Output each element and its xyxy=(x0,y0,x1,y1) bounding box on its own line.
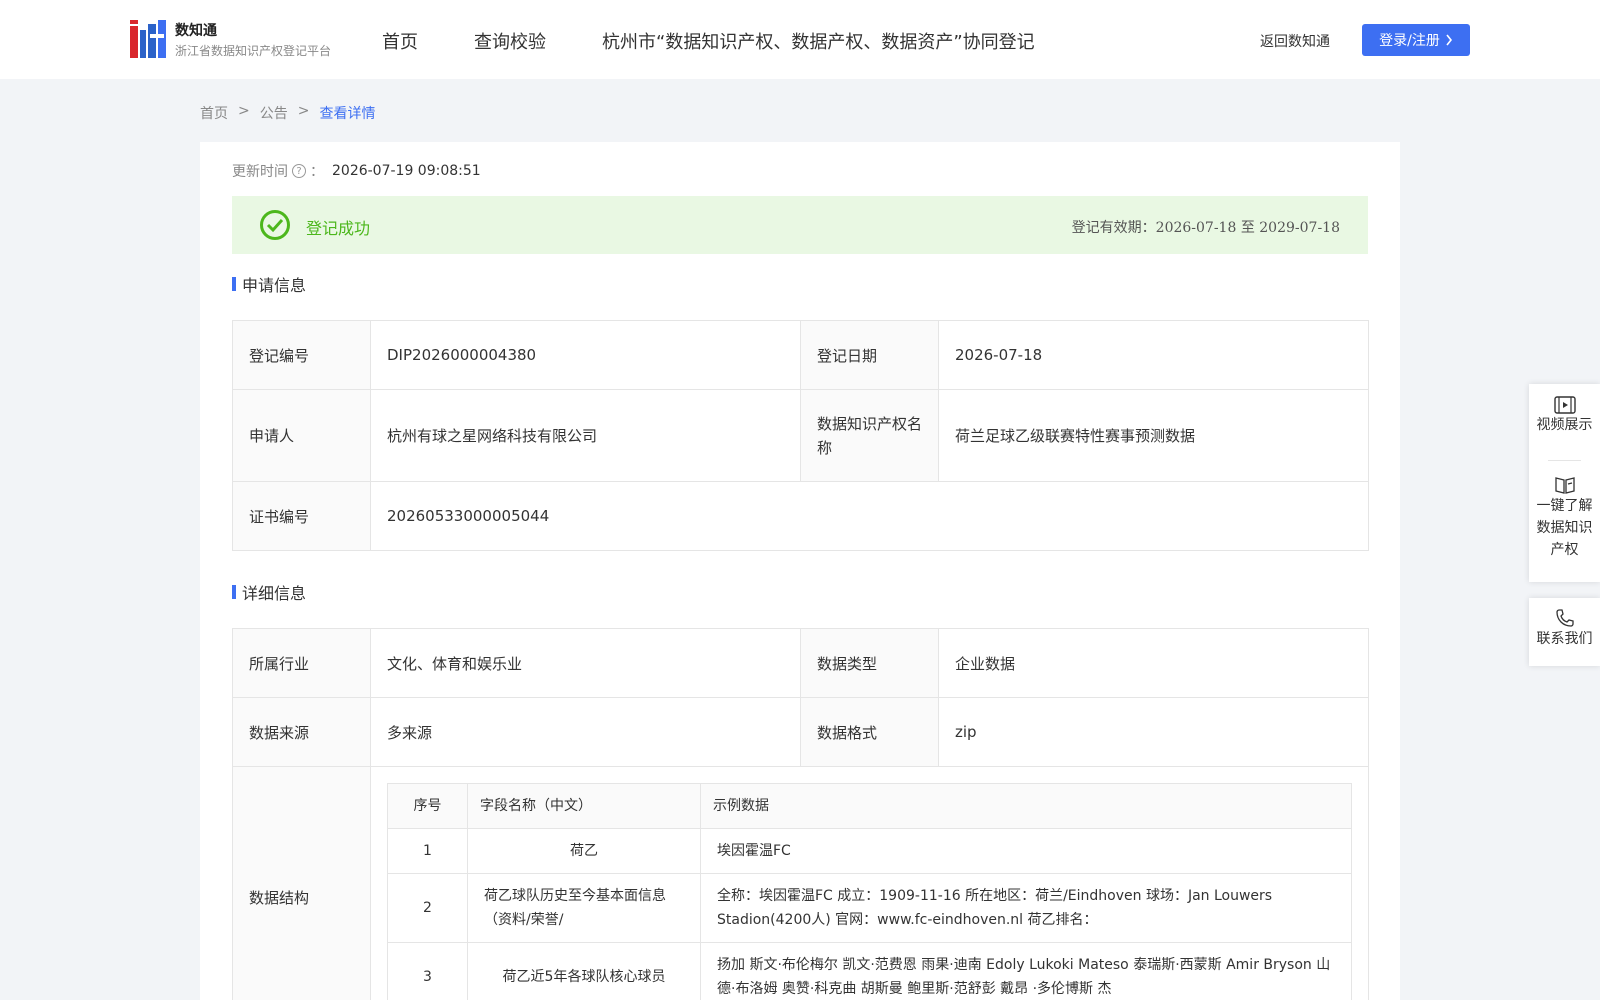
structure-header-row: 序号 字段名称（中文） 示例数据 xyxy=(387,783,1352,829)
nav-hangzhou-registration[interactable]: 杭州市“数据知识产权、数据产权、数据资产”协同登记 xyxy=(602,28,1035,54)
breadcrumb-current: 查看详情 xyxy=(319,106,376,122)
registration-status-bar: 登记成功 登记有效期：2026-07-18 至 2029-07-18 xyxy=(232,196,1368,254)
label-data-type: 数据类型 xyxy=(800,628,939,698)
breadcrumb: 首页 > 公告 > 查看详情 xyxy=(200,103,375,123)
row-index: 2 xyxy=(387,873,468,943)
book-icon xyxy=(1554,477,1575,494)
label-data-structure: 数据结构 xyxy=(232,766,371,1000)
section-accent-bar xyxy=(232,277,236,291)
label-industry: 所属行业 xyxy=(232,628,371,698)
row-index: 1 xyxy=(387,828,468,874)
update-time-row: 更新时间 ? ： 2026-07-19 09:08:51 xyxy=(232,161,481,181)
side-panel-top: 视频展示 一键了解数据知识产权 xyxy=(1529,384,1600,582)
value-applicant: 杭州有球之星网络科技有限公司 xyxy=(370,389,801,482)
side-contact-us[interactable]: 联系我们 xyxy=(1529,598,1600,650)
value-certificate-no: 20260533000005044 xyxy=(370,481,1369,551)
table-row: 数据来源 多来源 数据格式 zip xyxy=(232,697,1369,767)
login-register-label: 登录/注册 xyxy=(1379,33,1440,49)
data-structure-table: 序号 字段名称（中文） 示例数据 1 荷乙 埃因霍温FC 2 荷乙球队历史至今基… xyxy=(387,783,1352,1000)
section-title-detail: 详细信息 xyxy=(232,580,306,604)
side-contact-label: 联系我们 xyxy=(1536,631,1593,647)
back-to-shuzhitong-link[interactable]: 返回数知通 xyxy=(1260,31,1330,51)
value-data-type: 企业数据 xyxy=(938,628,1369,698)
label-applicant: 申请人 xyxy=(232,389,371,482)
row-field-name: 荷乙 xyxy=(467,828,701,874)
header-example: 示例数据 xyxy=(700,783,1352,829)
side-panel-bottom: 联系我们 xyxy=(1529,598,1600,666)
side-video-label: 视频展示 xyxy=(1536,417,1593,433)
value-registration-date: 2026-07-18 xyxy=(938,320,1369,390)
table-row: 1 荷乙 埃因霍温FC xyxy=(387,828,1352,874)
header-index: 序号 xyxy=(387,783,468,829)
label-registration-date: 登记日期 xyxy=(800,320,939,390)
value-ip-name: 荷兰足球乙级联赛特性赛事预测数据 xyxy=(938,389,1369,482)
application-info-table: 登记编号 DIP2026000004380 登记日期 2026-07-18 申请… xyxy=(232,320,1369,551)
status-text: 登记成功 xyxy=(306,219,371,238)
row-example: 埃因霍温FC xyxy=(700,828,1352,874)
label-registration-no: 登记编号 xyxy=(232,320,371,390)
brand-name: 数知通 xyxy=(175,23,217,39)
breadcrumb-announcement[interactable]: 公告 xyxy=(260,103,288,123)
brand-subtitle: 浙江省数据知识产权登记平台 xyxy=(175,44,332,58)
update-time-value: 2026-07-19 09:08:51 xyxy=(332,163,481,179)
side-learn-label: 一键了解数据知识产权 xyxy=(1536,498,1593,558)
breadcrumb-home[interactable]: 首页 xyxy=(200,103,228,123)
table-row: 证书编号 20260533000005044 xyxy=(232,481,1369,551)
row-example: 扬加 斯文·布伦梅尔 凯文·范费恩 雨果·迪南 Edoly Lukoki Mat… xyxy=(700,942,1352,1000)
nav-home[interactable]: 首页 xyxy=(382,28,418,54)
section-title-text: 申请信息 xyxy=(242,276,307,295)
table-row: 2 荷乙球队历史至今基本面信息（资料/荣誉/ 全称：埃因霍温FC 成立：1909… xyxy=(387,873,1352,943)
top-header: 数知通 浙江省数据知识产权登记平台 首页 查询校验 杭州市“数据知识产权、数据产… xyxy=(0,0,1600,79)
label-ip-name: 数据知识产权名称 xyxy=(800,389,939,482)
row-field-name: 荷乙球队历史至今基本面信息（资料/荣誉/ xyxy=(467,873,701,943)
label-data-source: 数据来源 xyxy=(232,697,371,767)
chevron-right-icon xyxy=(1446,34,1452,46)
table-row: 申请人 杭州有球之星网络科技有限公司 数据知识产权名称 荷兰足球乙级联赛特性赛事… xyxy=(232,389,1369,482)
detail-info-table: 所属行业 文化、体育和娱乐业 数据类型 企业数据 数据来源 多来源 数据格式 z… xyxy=(232,628,1369,1000)
breadcrumb-separator: > xyxy=(297,103,310,119)
update-time-label: 更新时间 xyxy=(232,164,288,180)
video-icon xyxy=(1553,396,1576,414)
data-structure-cell: 序号 字段名称（中文） 示例数据 1 荷乙 埃因霍温FC 2 荷乙球队历史至今基… xyxy=(370,766,1369,1000)
value-data-source: 多来源 xyxy=(370,697,801,767)
question-mark-icon[interactable]: ? xyxy=(292,164,306,178)
header-field-name: 字段名称（中文） xyxy=(467,783,701,829)
label-certificate-no: 证书编号 xyxy=(232,481,371,551)
detail-card: 更新时间 ? ： 2026-07-19 09:08:51 登记成功 登记有效期：… xyxy=(200,142,1400,1000)
label-data-format: 数据格式 xyxy=(800,697,939,767)
side-learn-ip[interactable]: 一键了解数据知识产权 xyxy=(1535,461,1595,561)
value-data-format: zip xyxy=(938,697,1369,767)
row-example: 全称：埃因霍温FC 成立：1909-11-16 所在地区：荷兰/Eindhove… xyxy=(700,873,1352,943)
table-row: 登记编号 DIP2026000004380 登记日期 2026-07-18 xyxy=(232,320,1369,390)
phone-icon xyxy=(1555,609,1574,627)
value-industry: 文化、体育和娱乐业 xyxy=(370,628,801,698)
table-row: 数据结构 序号 字段名称（中文） 示例数据 1 荷乙 埃因霍温FC 2 荷乙球队… xyxy=(232,766,1369,1000)
side-video-showcase[interactable]: 视频展示 xyxy=(1529,384,1600,460)
section-accent-bar xyxy=(232,585,236,599)
validity-period: 登记有效期：2026-07-18 至 2029-07-18 xyxy=(1071,220,1340,236)
table-row: 所属行业 文化、体育和娱乐业 数据类型 企业数据 xyxy=(232,628,1369,698)
value-registration-no: DIP2026000004380 xyxy=(370,320,801,390)
breadcrumb-separator: > xyxy=(238,103,250,119)
section-title-application: 申请信息 xyxy=(232,272,306,296)
nav-query-verify[interactable]: 查询校验 xyxy=(474,28,546,54)
update-time-colon: ： xyxy=(310,164,324,180)
row-field-name: 荷乙近5年各球队核心球员 xyxy=(467,942,701,1000)
table-row: 3 荷乙近5年各球队核心球员 扬加 斯文·布伦梅尔 凯文·范费恩 雨果·迪南 E… xyxy=(387,942,1352,1000)
login-register-button[interactable]: 登录/注册 xyxy=(1362,24,1470,56)
check-circle-icon xyxy=(260,210,290,240)
section-title-text: 详细信息 xyxy=(242,584,307,603)
row-index: 3 xyxy=(387,942,468,1000)
platform-logo-icon[interactable] xyxy=(130,20,166,58)
